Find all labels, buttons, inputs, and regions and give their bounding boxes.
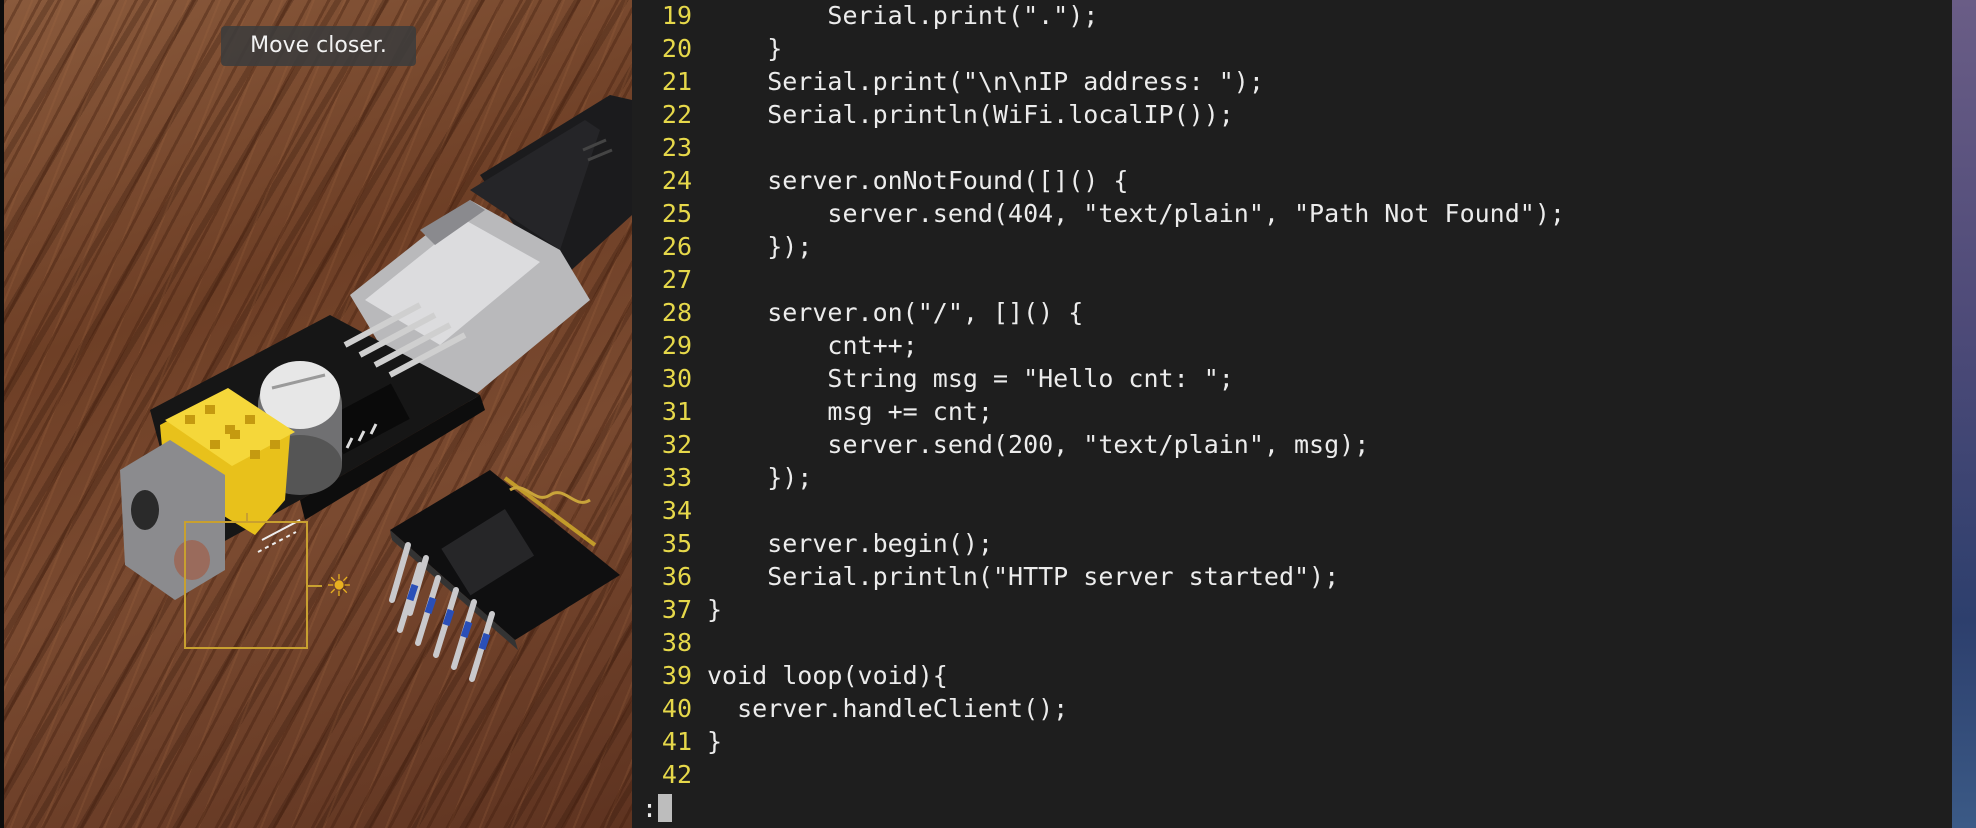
line-number: 29	[661, 331, 692, 360]
code-text: server.on("/", []() {	[707, 298, 1084, 327]
line-number: 38	[661, 628, 692, 657]
line-number: 26	[661, 232, 692, 261]
line-number: 24	[661, 166, 692, 195]
text-cursor[interactable]	[658, 794, 672, 822]
code-text: Serial.print(".");	[707, 1, 1099, 30]
code-line[interactable]: 20 }	[632, 32, 782, 65]
code-text: });	[707, 232, 813, 261]
code-line[interactable]: 23	[632, 131, 707, 164]
code-editor-terminal[interactable]: 19 Serial.print("."); 20 } 21 Serial.print…	[632, 0, 1952, 828]
line-number: 37	[661, 595, 692, 624]
code-text: server.begin();	[707, 529, 993, 558]
code-line[interactable]: 30 String msg = "Hello cnt: ";	[632, 362, 1234, 395]
line-number: 40	[661, 694, 692, 723]
code-line[interactable]: 38	[632, 626, 707, 659]
line-number: 33	[661, 463, 692, 492]
line-number: 28	[661, 298, 692, 327]
command-prompt: :	[642, 794, 658, 823]
code-line[interactable]: 24 server.onNotFound([]() {	[632, 164, 1129, 197]
code-text: Serial.println("HTTP server started");	[707, 562, 1340, 591]
focus-square	[184, 521, 308, 649]
line-number: 32	[661, 430, 692, 459]
line-number: 36	[661, 562, 692, 591]
code-text: server.send(404, "text/plain", "Path Not…	[707, 199, 1565, 228]
code-text: String msg = "Hello cnt: ";	[707, 364, 1234, 393]
focus-tick	[246, 513, 248, 523]
code-line[interactable]: 40 server.handleClient();	[632, 692, 1068, 725]
code-line[interactable]: 37}	[632, 593, 722, 626]
code-line[interactable]: 26 });	[632, 230, 812, 263]
desktop-background	[1952, 0, 1976, 828]
code-line[interactable]: 41}	[632, 725, 722, 758]
line-number: 25	[661, 199, 692, 228]
code-line[interactable]: 19 Serial.print(".");	[632, 0, 1098, 32]
code-line[interactable]: 34	[632, 494, 707, 527]
code-line[interactable]: 36 Serial.println("HTTP server started")…	[632, 560, 1339, 593]
line-number: 19	[661, 1, 692, 30]
line-number: 34	[661, 496, 692, 525]
line-number: 21	[661, 67, 692, 96]
code-line[interactable]: 39 void loop(void){	[632, 659, 948, 692]
code-text: });	[707, 463, 813, 492]
code-text: cnt++;	[707, 331, 918, 360]
code-line[interactable]: 35 server.begin();	[632, 527, 993, 560]
code-line[interactable]: 25 server.send(404, "text/plain", "Path …	[632, 197, 1565, 230]
sun-exposure-icon[interactable]: ☀	[322, 570, 356, 604]
line-number: 35	[661, 529, 692, 558]
line-number: 41	[661, 727, 692, 756]
code-line[interactable]: 31 msg += cnt;	[632, 395, 993, 428]
code-line[interactable]: 28 server.on("/", []() {	[632, 296, 1083, 329]
code-text: server.send(200, "text/plain", msg);	[707, 430, 1370, 459]
code-text: Serial.print("\n\nIP address: ");	[707, 67, 1264, 96]
line-number: 23	[661, 133, 692, 162]
code-line[interactable]: 22 Serial.println(WiFi.localIP());	[632, 98, 1234, 131]
usb-adapter-photo	[120, 95, 632, 682]
move-closer-toast: Move closer.	[221, 26, 416, 66]
code-line[interactable]: 33 });	[632, 461, 812, 494]
line-number: 31	[661, 397, 692, 426]
code-text: msg += cnt;	[707, 397, 993, 426]
focus-tick	[306, 585, 322, 587]
code-text: }	[707, 727, 723, 756]
code-line[interactable]: 21 Serial.print("\n\nIP address: ");	[632, 65, 1264, 98]
line-number: 27	[661, 265, 692, 294]
line-number: 30	[661, 364, 692, 393]
code-line[interactable]: 29 cnt++;	[632, 329, 918, 362]
code-text: server.onNotFound([]() {	[707, 166, 1129, 195]
code-text: Serial.println(WiFi.localIP());	[707, 100, 1234, 129]
code-text: void loop(void){	[707, 661, 948, 690]
line-number: 22	[661, 100, 692, 129]
line-number: 39	[661, 661, 692, 690]
line-number: 42	[661, 760, 692, 789]
code-line[interactable]: 27	[632, 263, 707, 296]
line-number: 20	[661, 34, 692, 63]
code-line[interactable]: 32 server.send(200, "text/plain", msg);	[632, 428, 1369, 461]
code-text: server.handleClient();	[707, 694, 1069, 723]
code-line[interactable]: 42	[632, 758, 707, 791]
camera-viewfinder: Move closer. ☀	[0, 0, 632, 828]
code-text: }	[707, 34, 783, 63]
window-edge	[0, 0, 4, 828]
code-text: }	[707, 595, 723, 624]
